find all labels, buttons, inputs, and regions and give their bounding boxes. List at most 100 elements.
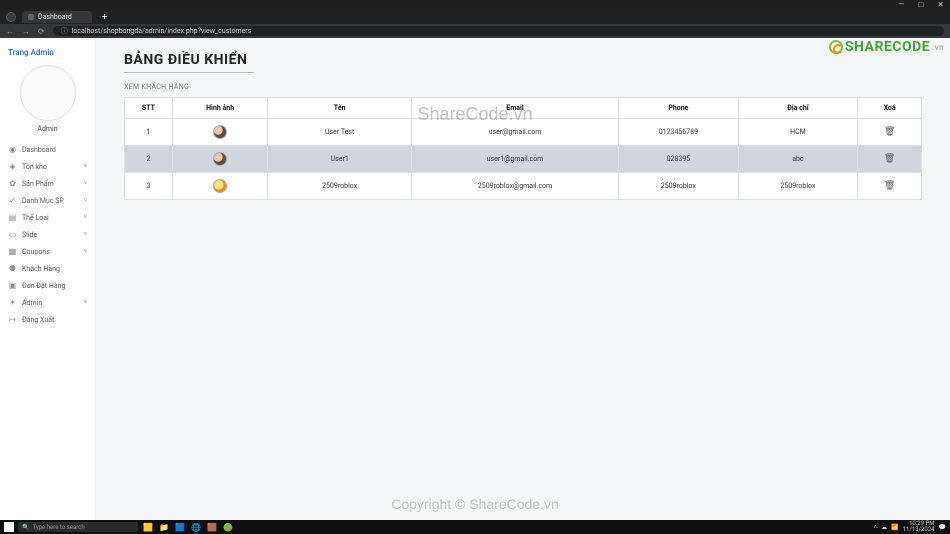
- tab-title: Dashboard: [38, 13, 72, 21]
- customers-table: STT Hình ảnh Tên Email Phone Địa chỉ Xoá…: [124, 97, 922, 200]
- cell-address: HCM: [738, 119, 858, 146]
- sidebar-item-label: Coupons: [22, 248, 50, 256]
- cell-name: 2509roblox: [268, 173, 411, 200]
- taskbar-clock[interactable]: 10:29 PM 11/13/2024: [903, 521, 935, 533]
- delete-button[interactable]: 🗑: [884, 154, 895, 164]
- cell-name: User1: [268, 146, 411, 173]
- cell-name: User Test: [268, 119, 411, 146]
- chevron-down-icon: ˅: [83, 299, 87, 306]
- address-bar[interactable]: ⓘ localhost/shopbongda/admin/index.php?v…: [53, 26, 944, 36]
- sidebar-item-8[interactable]: ▣Đơn Đặt Hàng: [4, 277, 91, 294]
- taskbar-app-5[interactable]: 🟫: [206, 522, 218, 532]
- cell-phone: 2509roblox: [619, 173, 739, 200]
- delete-button[interactable]: 🗑: [884, 181, 895, 191]
- cell-delete: 🗑: [858, 119, 922, 146]
- search-icon: 🔍: [22, 524, 29, 531]
- sidebar-item-icon: ◉: [8, 145, 17, 154]
- table-row: 32509roblox2509roblox@gmail.com2509roblo…: [125, 173, 922, 200]
- cell-delete: 🗑: [858, 146, 922, 173]
- sidebar-item-label: Sản Phẩm: [22, 180, 54, 188]
- sidebar-item-label: Tồn kho: [22, 163, 47, 171]
- clock-date: 11/13/2024: [903, 527, 935, 533]
- favicon-icon: [28, 14, 34, 20]
- tray-chevron-icon[interactable]: ˄: [874, 524, 878, 531]
- new-tab-button[interactable]: +: [98, 12, 112, 23]
- minimize-button[interactable]: —: [898, 1, 904, 9]
- site-info-icon: ⓘ: [61, 26, 68, 36]
- user-avatar[interactable]: [20, 65, 76, 121]
- brand-title[interactable]: Trang Admin: [4, 46, 91, 65]
- sidebar-item-4[interactable]: ▤Thể Loại˅: [4, 209, 91, 226]
- search-placeholder: Type here to search: [32, 524, 84, 531]
- main-content: BẢNG ĐIỀU KHIỂN XEM KHÁCH HÀNG STT Hình …: [96, 38, 950, 520]
- close-button[interactable]: ✕: [937, 1, 944, 9]
- tray-notifications-icon[interactable]: 💬: [939, 524, 946, 531]
- tray-cloud-icon[interactable]: ☁: [881, 524, 887, 531]
- cell-email: user@gmail.com: [411, 119, 618, 146]
- th-address: Địa chỉ: [738, 98, 858, 119]
- sidebar-item-3[interactable]: ✓Danh Mục SP˅: [4, 192, 91, 209]
- customer-avatar: [213, 179, 227, 193]
- chevron-down-icon: ˅: [83, 180, 87, 187]
- sidebar: Trang Admin Admin ◉ Dashboard ◈ Tồn kho ˅ ✿ Sả…: [0, 38, 96, 520]
- table-row: 2User1user1@gmail.com028395abc🗑: [125, 146, 922, 173]
- maximize-button[interactable]: □: [918, 1, 923, 9]
- sidebar-item-label: Dashboard: [22, 146, 56, 154]
- table-row: 1 User Testuser@gmail.com0123456789HCM 🗑: [125, 119, 922, 146]
- user-name: Admin: [4, 125, 91, 133]
- sidebar-item-10[interactable]: ↦ Đăng Xuất: [4, 311, 91, 328]
- th-phone: Phone: [619, 98, 739, 119]
- sidebar-item-label: Khách Hàng: [22, 265, 60, 273]
- cell-stt: 1: [125, 119, 173, 146]
- sidebar-item-icon: ▭: [8, 230, 17, 239]
- sidebar-item-icon: ▦: [8, 247, 17, 256]
- cell-address: 2509roblox: [738, 173, 858, 200]
- taskbar-app-chrome[interactable]: 🌐: [190, 522, 202, 532]
- sidebar-item-icon: ↦: [8, 315, 17, 324]
- taskbar-app-6[interactable]: 🟢: [222, 522, 234, 532]
- sidebar-item-5[interactable]: ▭Slide˅: [4, 226, 91, 243]
- browser-tab-strip: Dashboard +: [0, 10, 950, 24]
- sidebar-item-icon: ✿: [8, 179, 17, 188]
- cell-image: [172, 119, 268, 146]
- browser-tab[interactable]: Dashboard: [22, 11, 92, 23]
- sidebar-item-label: Admin: [22, 299, 42, 307]
- profile-avatar[interactable]: [6, 12, 16, 22]
- cell-image: [172, 146, 268, 173]
- nav-menu: ◉ Dashboard ◈ Tồn kho ˅ ✿ Sản Phẩm ˅ ✓Danh Mục S…: [4, 141, 91, 328]
- th-image: Hình ảnh: [172, 98, 268, 119]
- sidebar-item-icon: ✓: [8, 196, 17, 205]
- taskbar-app-explorer[interactable]: 📁: [158, 522, 170, 532]
- taskbar-search[interactable]: 🔍 Type here to search: [18, 522, 138, 532]
- sidebar-item-icon: ✶: [8, 298, 17, 307]
- app-viewport: SHARECODE.vn ShareCode.vn Copyright © Sh…: [0, 38, 950, 520]
- cell-phone: 0123456789: [619, 119, 739, 146]
- sidebar-item-icon: ⚉: [8, 264, 17, 273]
- customer-avatar: [213, 152, 227, 166]
- tray-wifi-icon[interactable]: 📶: [891, 524, 898, 531]
- sidebar-item-label: Thể Loại: [22, 214, 49, 222]
- os-titlebar: — □ ✕: [0, 0, 950, 10]
- cell-address: abc: [738, 146, 858, 173]
- sidebar-item-2[interactable]: ✿ Sản Phẩm ˅: [4, 175, 91, 192]
- forward-button[interactable]: →: [22, 27, 30, 36]
- windows-taskbar: 🔍 Type here to search 🟨 📁 🟦 🌐 🟫 🟢 ˄ ☁ 📶 …: [0, 520, 950, 534]
- system-tray[interactable]: ˄ ☁ 📶 10:29 PM 11/13/2024 💬: [874, 521, 946, 533]
- sidebar-item-1[interactable]: ◈Tồn kho˅: [4, 158, 91, 175]
- taskbar-app-1[interactable]: 🟨: [142, 522, 154, 532]
- start-button[interactable]: [4, 522, 14, 532]
- th-stt: STT: [125, 98, 173, 119]
- th-email: Email: [411, 98, 618, 119]
- sidebar-item-label: Đơn Đặt Hàng: [22, 282, 65, 290]
- sidebar-item-7[interactable]: ⚉ Khách Hàng: [4, 260, 91, 277]
- sidebar-item-label: Đăng Xuất: [22, 316, 54, 324]
- delete-button[interactable]: 🗑: [884, 127, 895, 137]
- page-subtitle: XEM KHÁCH HÀNG: [124, 83, 922, 91]
- sidebar-item-icon: ◈: [8, 162, 17, 171]
- taskbar-app-vscode[interactable]: 🟦: [174, 522, 186, 532]
- sidebar-item-6[interactable]: ▦Coupons˅: [4, 243, 91, 260]
- sidebar-item-9[interactable]: ✶ Admin ˅: [4, 294, 91, 311]
- back-button[interactable]: ←: [6, 27, 14, 36]
- sidebar-item-0[interactable]: ◉ Dashboard: [4, 141, 91, 158]
- reload-button[interactable]: ⟳: [38, 27, 45, 36]
